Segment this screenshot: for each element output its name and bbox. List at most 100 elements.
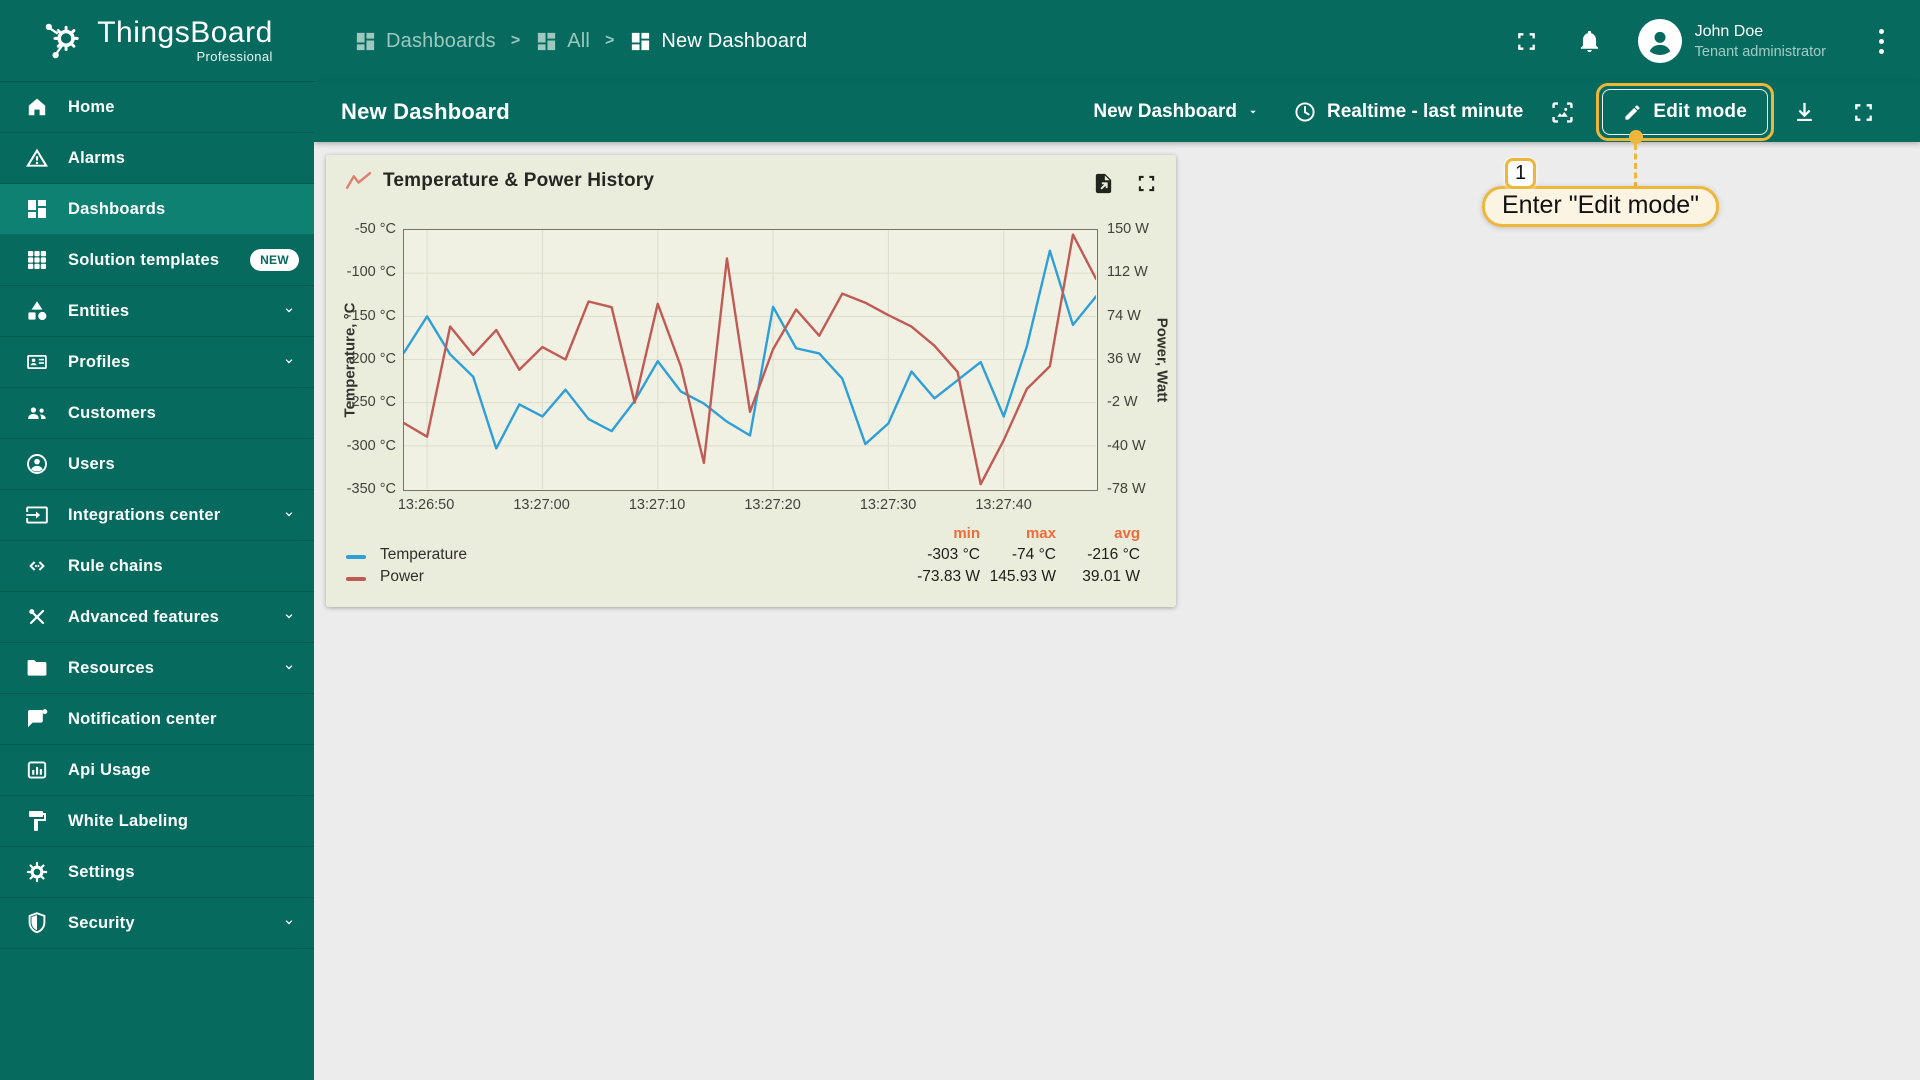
chart-plot-area[interactable]: [403, 229, 1098, 491]
toolbar-fullscreen-button[interactable]: [1851, 100, 1876, 125]
x-axis-tick: 13:26:50: [397, 497, 455, 513]
dashboard-state-select[interactable]: New Dashboard: [1093, 101, 1259, 123]
sidebar: ThingsBoard Professional Home Alarms Das…: [0, 0, 314, 1080]
avatar[interactable]: [1637, 19, 1682, 63]
security-icon: [25, 911, 49, 935]
more-menu-button[interactable]: [1874, 28, 1888, 54]
dashboard-icon: [629, 30, 652, 53]
chevron-down-icon: [282, 304, 296, 318]
edit-mode-highlight-ring: Edit mode: [1596, 83, 1774, 141]
top-header: Dashboards > All > New Dashboard John Do…: [314, 0, 1920, 82]
legend-header-min: min: [953, 525, 980, 542]
legend-series-dash: [346, 546, 380, 564]
y-left-tick: -300 °C: [346, 437, 396, 454]
breadcrumb-separator: >: [510, 32, 521, 49]
api-usage-icon: [25, 758, 49, 782]
x-axis-tick: 13:27:40: [975, 497, 1032, 513]
y-right-tick: -40 W: [1107, 437, 1146, 454]
alarms-icon: [25, 146, 49, 170]
user-menu[interactable]: John Doe Tenant administrator: [1695, 23, 1826, 60]
notifications-button[interactable]: [1577, 29, 1602, 54]
chart-legend: min max avg Temperature -303 °C -74 °C -216 °C…: [346, 525, 1140, 586]
sidebar-item-white-labeling[interactable]: White Labeling: [0, 796, 314, 847]
legend-series-name[interactable]: Temperature: [380, 546, 908, 564]
breadcrumb-item-dashboards[interactable]: Dashboards: [354, 30, 496, 53]
sidebar-item-alarms[interactable]: Alarms: [0, 133, 314, 184]
y-right-tick: -2 W: [1107, 394, 1138, 411]
sidebar-item-notification-center[interactable]: Notification center: [0, 694, 314, 745]
sidebar-item-users[interactable]: Users: [0, 439, 314, 490]
widget-export-button[interactable]: [1092, 172, 1115, 195]
legend-avg-value: -216 °C: [1087, 546, 1140, 563]
y-left-tick: -100 °C: [346, 264, 396, 281]
sidebar-item-security[interactable]: Security: [0, 898, 314, 949]
entities-icon: [25, 299, 49, 323]
sidebar-item-dashboards[interactable]: Dashboards: [0, 184, 314, 235]
widget-title: Temperature & Power History: [383, 170, 655, 191]
new-badge: NEW: [250, 249, 299, 271]
solution-templates-icon: [25, 248, 49, 272]
breadcrumb-item-new-dashboard: New Dashboard: [629, 30, 807, 53]
legend-header-max: max: [1025, 525, 1056, 542]
brand-subtitle: Professional: [196, 48, 273, 64]
breadcrumb-separator: >: [605, 32, 615, 49]
y-right-tick: 36 W: [1107, 351, 1141, 367]
sidebar-item-integrations-center[interactable]: Integrations center: [0, 490, 314, 541]
edit-mode-button[interactable]: Edit mode: [1602, 89, 1768, 135]
legend-series-name[interactable]: Power: [380, 568, 908, 586]
widget-fullscreen-button[interactable]: [1135, 172, 1158, 195]
legend-avg-value: 39.01 W: [1082, 568, 1140, 585]
annotation-step-badge: 1: [1505, 158, 1536, 189]
annotation-connector-line: [1634, 144, 1637, 188]
y-left-tick: -250 °C: [346, 394, 396, 411]
timewindow-button[interactable]: Realtime - last minute: [1293, 100, 1523, 124]
thingsboard-app: ThingsBoard Professional Home Alarms Das…: [0, 0, 1920, 1080]
sidebar-item-settings[interactable]: Settings: [0, 847, 314, 898]
breadcrumb-item-all[interactable]: All: [535, 30, 590, 53]
sidebar-item-entities[interactable]: Entities: [0, 286, 314, 337]
x-axis-tick: 13:27:30: [859, 497, 917, 513]
caret-down-icon: [1247, 106, 1259, 118]
timeseries-widget: Temperature & Power History Temperature,…: [326, 155, 1176, 607]
sidebar-item-customers[interactable]: Customers: [0, 388, 314, 439]
sidebar-item-home[interactable]: Home: [0, 82, 314, 133]
dashboard-toolbar: New Dashboard New Dashboard Realtime - l…: [314, 82, 1920, 142]
legend-max-value: -74 °C: [1011, 546, 1056, 563]
legend-header-avg: avg: [1114, 525, 1140, 542]
sidebar-item-resources[interactable]: Resources: [0, 643, 314, 694]
legend-max-value: 145.93 W: [989, 568, 1056, 585]
sidebar-item-profiles[interactable]: Profiles: [0, 337, 314, 388]
logo[interactable]: ThingsBoard Professional: [0, 0, 314, 82]
y-left-tick: -50 °C: [354, 221, 396, 237]
chevron-down-icon: [282, 610, 296, 624]
clock-icon: [1293, 100, 1317, 124]
x-axis-tick: 13:27:10: [628, 497, 686, 513]
annotation-anchor-dot: [1629, 130, 1643, 144]
take-screenshot-button[interactable]: [1549, 99, 1576, 126]
pencil-icon: [1623, 103, 1642, 122]
dashboards-icon: [25, 197, 49, 221]
sidebar-nav: Home Alarms Dashboards Solution template…: [0, 82, 314, 949]
users-icon: [25, 452, 49, 476]
sidebar-item-api-usage[interactable]: Api Usage: [0, 745, 314, 796]
sidebar-item-advanced-features[interactable]: Advanced features: [0, 592, 314, 643]
legend-series-dash: [346, 568, 380, 586]
download-dashboard-button[interactable]: [1792, 100, 1817, 125]
thingsboard-logo-icon: [41, 18, 87, 64]
white-labeling-icon: [25, 809, 49, 833]
dashboard-icon: [354, 30, 377, 53]
chevron-down-icon: [282, 508, 296, 522]
sidebar-item-solution-templates[interactable]: Solution templates NEW: [0, 235, 314, 286]
home-icon: [25, 95, 49, 119]
x-axis-tick: 13:27:20: [744, 497, 801, 513]
page-title: New Dashboard: [341, 99, 510, 124]
y-left-tick: -200 °C: [346, 351, 396, 367]
annotation-callout: Enter "Edit mode": [1482, 186, 1720, 227]
user-name: John Doe: [1694, 22, 1764, 40]
breadcrumb: Dashboards > All > New Dashboard: [354, 30, 807, 53]
resources-icon: [25, 656, 49, 680]
customers-icon: [25, 401, 49, 425]
chevron-down-icon: [282, 661, 296, 675]
header-fullscreen-button[interactable]: [1514, 29, 1539, 54]
sidebar-item-rule-chains[interactable]: Rule chains: [0, 541, 314, 592]
